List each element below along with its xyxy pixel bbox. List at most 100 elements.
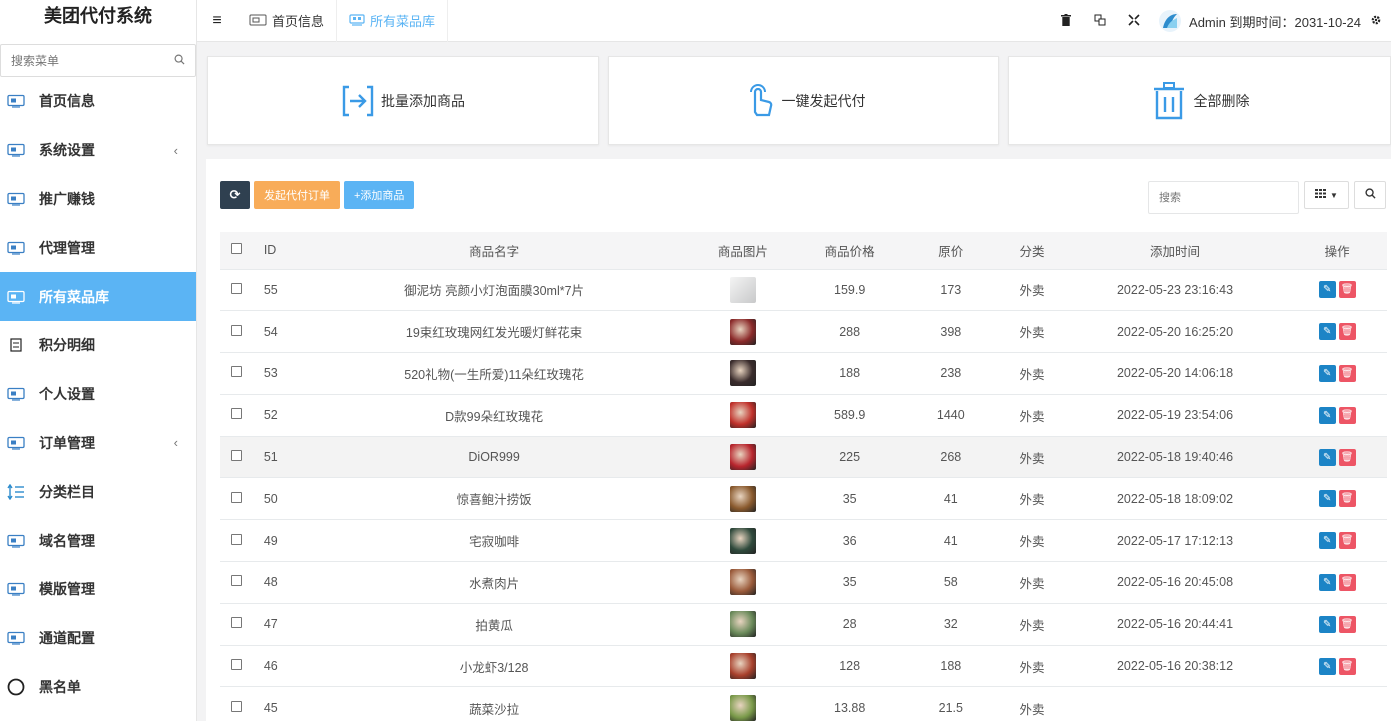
edit-button[interactable]: ✎: [1318, 323, 1336, 341]
delete-button[interactable]: 🗑: [1338, 490, 1356, 508]
one-click-pay-card[interactable]: 一键发起代付: [608, 56, 999, 145]
columns-toggle-button[interactable]: ▼: [1304, 181, 1349, 209]
edit-button[interactable]: ✎: [1318, 406, 1336, 424]
header-orig-price[interactable]: 原价: [900, 232, 1001, 269]
product-thumbnail[interactable]: [729, 444, 756, 471]
header-name[interactable]: 商品名字: [302, 232, 687, 269]
checkbox-cell[interactable]: [220, 520, 253, 562]
row-checkbox[interactable]: [230, 408, 242, 420]
product-thumbnail[interactable]: [729, 402, 756, 429]
table-row[interactable]: 48 水煮肉片 35 58 外卖 2022-05-16 20:45:08 ✎ 🗑: [220, 561, 1387, 604]
product-thumbnail[interactable]: [729, 695, 756, 721]
product-thumbnail[interactable]: [729, 527, 756, 554]
delete-button[interactable]: 🗑: [1338, 448, 1356, 466]
delete-button[interactable]: 🗑: [1338, 573, 1356, 591]
delete-all-card[interactable]: 全部删除: [1008, 56, 1391, 145]
delete-button[interactable]: 🗑: [1338, 364, 1356, 382]
tab-home[interactable]: 首页信息: [237, 0, 338, 42]
edit-button[interactable]: ✎: [1318, 657, 1336, 675]
fullscreen-icon[interactable]: [1117, 13, 1151, 29]
settings-icon[interactable]: [1361, 14, 1391, 29]
table-row[interactable]: 55 御泥坊 亮颜小灯泡面膜30ml*7片 159.9 173 外卖 2022-05-23…: [220, 269, 1387, 311]
checkbox-cell[interactable]: [220, 687, 253, 721]
checkbox-cell[interactable]: [220, 269, 253, 311]
delete-button[interactable]: 🗑: [1338, 281, 1356, 299]
row-checkbox[interactable]: [230, 491, 242, 503]
table-row[interactable]: 45 蔬菜沙拉 13.88 21.5 外卖: [220, 686, 1387, 721]
sidebar-item-9[interactable]: 分类栏目: [0, 467, 196, 516]
language-icon[interactable]: [1083, 14, 1117, 29]
start-order-button[interactable]: 发起代付订单: [254, 181, 340, 209]
product-thumbnail[interactable]: [729, 611, 756, 638]
menu-toggle-icon[interactable]: ≡: [197, 12, 237, 30]
tab-dish-library[interactable]: 所有菜品库: [337, 0, 449, 42]
edit-button[interactable]: ✎: [1318, 615, 1336, 633]
checkbox-cell[interactable]: [220, 478, 253, 520]
header-id[interactable]: ID: [253, 232, 302, 269]
row-checkbox[interactable]: [230, 659, 242, 671]
sidebar-item-4[interactable]: 代理管理: [0, 223, 196, 272]
sidebar-item-10[interactable]: 域名管理: [0, 516, 196, 565]
menu-search-input[interactable]: [11, 53, 174, 68]
avatar[interactable]: [1159, 10, 1182, 32]
checkbox-cell[interactable]: [220, 394, 253, 436]
sidebar-item-11[interactable]: 模版管理: [0, 565, 196, 614]
sidebar-item-6[interactable]: 积分明细: [0, 321, 196, 370]
search-icon[interactable]: [174, 54, 185, 68]
table-row[interactable]: 49 宅寂咖啡 36 41 外卖 2022-05-17 17:12:13 ✎ 🗑: [220, 519, 1387, 562]
product-thumbnail[interactable]: [729, 653, 756, 680]
product-thumbnail[interactable]: [729, 569, 756, 596]
sidebar-item-2[interactable]: 系统设置 ‹: [0, 126, 196, 175]
row-checkbox[interactable]: [230, 701, 242, 713]
delete-button[interactable]: 🗑: [1338, 532, 1356, 550]
select-all-checkbox[interactable]: [230, 243, 242, 255]
edit-button[interactable]: ✎: [1318, 448, 1336, 466]
checkbox-cell[interactable]: [220, 436, 253, 478]
sidebar-item-12[interactable]: 通道配置: [0, 614, 196, 663]
edit-button[interactable]: ✎: [1318, 490, 1336, 508]
row-checkbox[interactable]: [230, 324, 242, 336]
table-row[interactable]: 50 惊喜鲍汁捞饭 35 41 外卖 2022-05-18 18:09:02 ✎ 🗑: [220, 477, 1387, 520]
refresh-button[interactable]: ⟳: [220, 181, 250, 209]
row-checkbox[interactable]: [230, 617, 242, 629]
header-price[interactable]: 商品价格: [799, 232, 900, 269]
sidebar-item-8[interactable]: 订单管理 ‹: [0, 419, 196, 468]
edit-button[interactable]: ✎: [1318, 573, 1336, 591]
table-search-input[interactable]: [1148, 181, 1299, 214]
row-checkbox[interactable]: [230, 575, 242, 587]
edit-button[interactable]: ✎: [1318, 281, 1336, 299]
checkbox-cell[interactable]: [220, 645, 253, 687]
product-thumbnail[interactable]: [729, 485, 756, 512]
table-search-button[interactable]: [1354, 181, 1386, 209]
row-checkbox[interactable]: [230, 450, 242, 462]
sidebar-item-3[interactable]: 推广赚钱: [0, 175, 196, 224]
row-checkbox[interactable]: [230, 533, 242, 545]
delete-button[interactable]: 🗑: [1338, 406, 1356, 424]
sidebar-item-13[interactable]: 黑名单: [0, 663, 196, 712]
product-thumbnail[interactable]: [729, 360, 756, 387]
table-row[interactable]: 51 DiOR999 225 268 外卖 2022-05-18 19:40:46 ✎ 🗑: [220, 436, 1387, 478]
header-time[interactable]: 添加时间: [1063, 232, 1288, 269]
sidebar-item-1[interactable]: 首页信息: [0, 77, 196, 126]
batch-add-card[interactable]: 批量添加商品: [207, 56, 599, 145]
checkbox-cell[interactable]: [220, 311, 253, 353]
header-category[interactable]: 分类: [1001, 232, 1062, 269]
row-checkbox[interactable]: [230, 366, 242, 378]
sidebar-item-7[interactable]: 个人设置: [0, 370, 196, 419]
table-row[interactable]: 54 19束红玫瑰网红发光暖灯鲜花束 288 398 外卖 2022-05-20 16:2…: [220, 310, 1387, 353]
delete-button[interactable]: 🗑: [1338, 323, 1356, 341]
checkbox-cell[interactable]: [220, 603, 253, 645]
menu-search[interactable]: [0, 44, 196, 77]
table-row[interactable]: 46 小龙虾3/128 128 188 外卖 2022-05-16 20:38:12 ✎ 🗑: [220, 645, 1387, 687]
product-thumbnail[interactable]: [729, 318, 756, 345]
add-product-button[interactable]: +添加商品: [344, 181, 415, 209]
delete-button[interactable]: 🗑: [1338, 615, 1356, 633]
delete-button[interactable]: 🗑: [1338, 657, 1356, 675]
checkbox-cell[interactable]: [220, 562, 253, 604]
edit-button[interactable]: ✎: [1318, 532, 1336, 550]
product-thumbnail[interactable]: [729, 276, 756, 303]
table-row[interactable]: 53 520礼物(一生所爱)11朵红玫瑰花 188 238 外卖 2022-05-20 1…: [220, 352, 1387, 395]
row-checkbox[interactable]: [230, 282, 242, 294]
edit-button[interactable]: ✎: [1318, 364, 1336, 382]
table-row[interactable]: 47 拍黄瓜 28 32 外卖 2022-05-16 20:44:41 ✎ 🗑: [220, 603, 1387, 645]
